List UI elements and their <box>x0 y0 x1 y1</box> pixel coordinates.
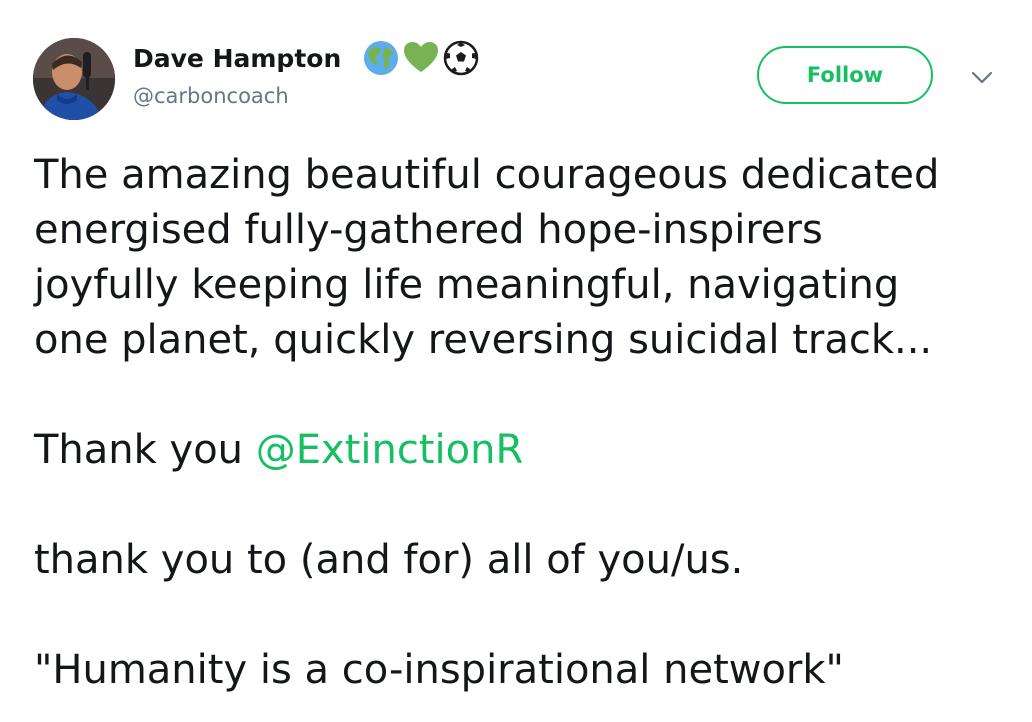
follow-button[interactable]: Follow <box>757 46 933 104</box>
tweet-line: joyfully keeping life meaningful, naviga… <box>34 262 900 308</box>
avatar-photo <box>33 38 115 120</box>
avatar[interactable] <box>33 38 115 120</box>
tweet-paragraph-2: Thank you @ExtinctionR <box>34 423 523 478</box>
earth-globe-icon <box>362 39 400 77</box>
author-name[interactable]: Dave Hampton <box>133 44 341 73</box>
tweet-card: Dave Hampton @carboncoach Follow The ama… <box>0 0 1032 722</box>
chevron-down-icon[interactable] <box>970 68 994 86</box>
green-heart-icon <box>402 39 440 77</box>
tweet-line: The amazing beautiful courageous dedicat… <box>34 152 940 198</box>
tweet-paragraph-1: The amazing beautiful courageous dedicat… <box>34 148 939 368</box>
author-handle[interactable]: @carboncoach <box>133 84 289 108</box>
thank-you-text: Thank you <box>34 427 256 473</box>
name-emojis <box>362 38 480 78</box>
mention-link[interactable]: @ExtinctionR <box>256 427 524 473</box>
tweet-paragraph-3: thank you to (and for) all of you/us. <box>34 537 744 583</box>
tweet-paragraph-4: "Humanity is a co-inspirational network" <box>34 647 844 693</box>
soccer-ball-icon <box>442 39 480 77</box>
tweet-line: one planet, quickly reversing suicidal t… <box>34 317 933 363</box>
tweet-line: energised fully-gathered hope-inspirers <box>34 207 823 253</box>
